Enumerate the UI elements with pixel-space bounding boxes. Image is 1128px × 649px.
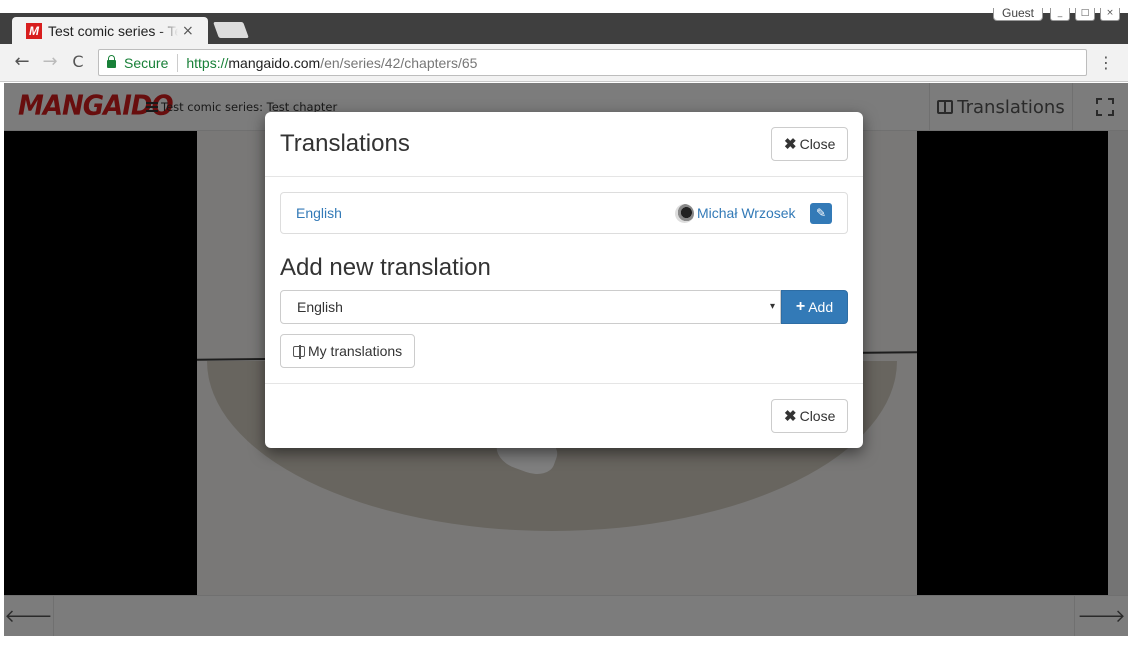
close-button-bottom[interactable]: ✖ Close <box>771 399 849 433</box>
browser-toolbar: ← → C Secure https:// mangaido.com /en/s… <box>0 44 1128 82</box>
address-bar[interactable]: Secure https:// mangaido.com /en/series/… <box>98 49 1087 76</box>
browser-tab[interactable]: M Test comic series - Test chapter × <box>12 17 208 45</box>
plus-icon: + <box>795 298 806 315</box>
close-button-label: Close <box>799 408 836 424</box>
close-button-top[interactable]: ✖ Close <box>771 127 849 161</box>
menu-icon[interactable]: ⋮ <box>1098 52 1114 74</box>
tab-title: Test comic series - Test chapter <box>48 23 178 39</box>
forward-icon[interactable]: → <box>38 50 62 74</box>
back-icon[interactable]: ← <box>10 50 34 74</box>
close-window-button[interactable]: × <box>1100 8 1120 21</box>
add-button-label: Add <box>808 299 834 315</box>
lock-icon <box>107 55 116 68</box>
avatar <box>675 204 694 223</box>
translator-user-link[interactable]: Michał Wrzosek <box>697 205 796 221</box>
address-separator <box>177 53 179 72</box>
modal-title: Translations <box>280 130 410 157</box>
my-translations-button[interactable]: My translations <box>280 334 416 368</box>
pencil-icon: ✎ <box>815 206 827 220</box>
secure-label: Secure <box>124 54 169 71</box>
url-scheme: https:// <box>186 54 229 71</box>
language-select[interactable]: English ▾ <box>280 290 781 324</box>
modal-header: Translations ✖ Close <box>265 112 863 177</box>
minimize-button[interactable]: _ <box>1050 8 1070 21</box>
translation-row: English Michał Wrzosek ✎ <box>280 192 848 234</box>
new-tab-button[interactable] <box>213 22 249 38</box>
translation-language-link[interactable]: English <box>296 205 342 221</box>
maximize-button[interactable]: □ <box>1075 8 1095 21</box>
modal-body: English Michał Wrzosek ✎ Add new transla… <box>265 177 863 383</box>
url-host: mangaido.com <box>228 54 321 71</box>
language-select-value: English <box>297 299 343 315</box>
reload-icon[interactable]: C <box>66 50 90 74</box>
my-translations-label: My translations <box>308 343 403 359</box>
url-path: /en/series/42/chapters/65 <box>320 54 478 71</box>
add-translation-heading: Add new translation <box>280 254 491 281</box>
browser-titlebar: M Test comic series - Test chapter × Gue… <box>0 0 1128 45</box>
close-icon: ✖ <box>784 136 797 153</box>
tab-close-icon[interactable]: × <box>182 23 194 39</box>
add-translation-button[interactable]: + Add <box>781 290 848 324</box>
modal-footer: ✖ Close <box>265 383 863 448</box>
close-button-label: Close <box>799 136 836 152</box>
guest-profile-button[interactable]: Guest <box>993 7 1044 21</box>
edit-translation-button[interactable]: ✎ <box>810 203 832 224</box>
caret-down-icon: ▾ <box>769 301 775 312</box>
close-icon: ✖ <box>784 408 797 425</box>
translations-modal: Translations ✖ Close English Michał Wrzo… <box>265 112 863 448</box>
favicon-m-icon: M <box>26 23 42 39</box>
translate-book-icon <box>293 344 305 359</box>
